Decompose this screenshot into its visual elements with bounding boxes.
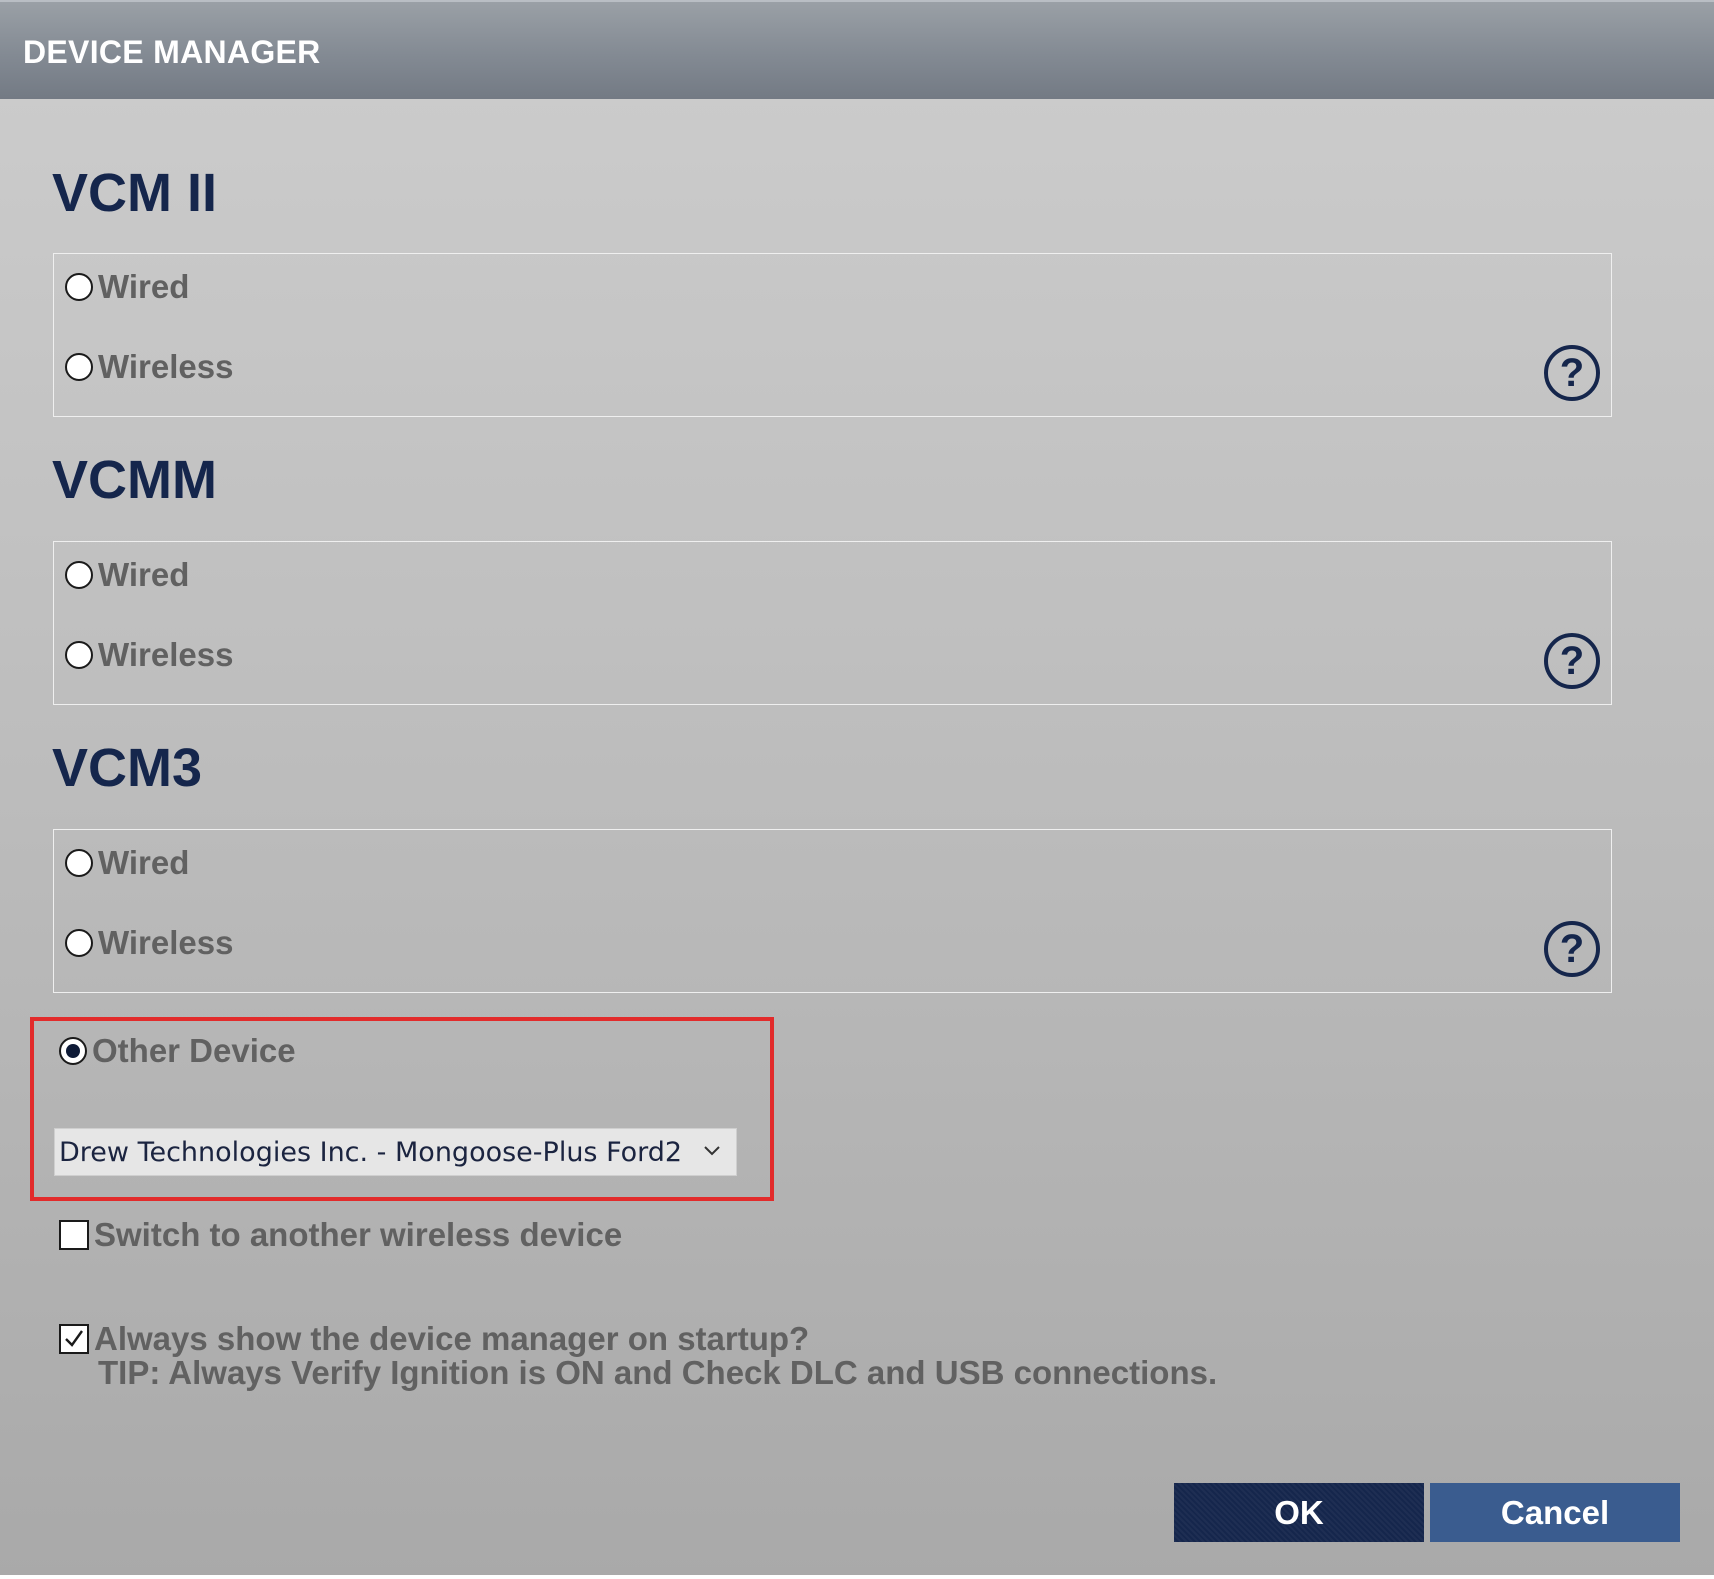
radio-button[interactable]	[65, 352, 93, 381]
checkbox-checked[interactable]	[59, 1323, 89, 1354]
section-title-vcm-ii: VCM II	[52, 163, 218, 223]
tip-text: TIP: Always Verify Ignition is ON and Ch…	[98, 1354, 1218, 1391]
group-vcm-ii: Wired Wireless	[53, 253, 1612, 417]
checkbox-switch-wireless[interactable]: Switch to another wireless device	[59, 1218, 622, 1251]
radio-button[interactable]	[65, 640, 93, 669]
radio-vcmm-wired[interactable]: Wired	[65, 558, 189, 591]
help-question-icon[interactable]: ?	[1544, 633, 1600, 689]
title-bar: DEVICE MANAGER	[0, 0, 1714, 99]
group-vcm3: Wired Wireless	[53, 829, 1612, 993]
radio-label: Wired	[98, 556, 190, 593]
window-title: DEVICE MANAGER	[23, 34, 321, 70]
help-question-icon[interactable]: ?	[1544, 921, 1600, 977]
radio-button[interactable]	[65, 848, 93, 877]
radio-button[interactable]	[65, 560, 93, 589]
checkbox-label: Switch to another wireless device	[94, 1216, 623, 1253]
radio-vcm-ii-wireless[interactable]: Wireless	[65, 350, 233, 383]
cancel-button[interactable]: Cancel	[1430, 1483, 1680, 1542]
radio-vcm3-wired[interactable]: Wired	[65, 846, 189, 879]
radio-label: Wireless	[98, 636, 234, 673]
checkbox-always-show[interactable]: Always show the device manager on startu…	[59, 1322, 809, 1355]
checkmark-icon	[65, 1329, 83, 1347]
radio-vcm-ii-wired[interactable]: Wired	[65, 270, 189, 303]
help-question-icon[interactable]: ?	[1544, 345, 1600, 401]
radio-label: Other Device	[92, 1032, 296, 1069]
other-device-dropdown[interactable]: Drew Technologies Inc. - Mongoose-Plus F…	[54, 1128, 737, 1176]
chevron-down-icon	[704, 1146, 720, 1156]
section-title-vcm3: VCM3	[52, 738, 203, 798]
device-manager-dialog: DEVICE MANAGER VCM II Wired Wireless ? V…	[0, 0, 1714, 1579]
radio-vcm3-wireless[interactable]: Wireless	[65, 926, 233, 959]
ok-button[interactable]: OK	[1174, 1483, 1424, 1542]
radio-button-selected[interactable]	[59, 1036, 87, 1065]
radio-button[interactable]	[65, 928, 93, 957]
checkbox[interactable]	[59, 1219, 89, 1250]
dropdown-value: Drew Technologies Inc. - Mongoose-Plus F…	[59, 1136, 683, 1168]
radio-label: Wireless	[98, 924, 234, 961]
bottom-strip	[0, 1575, 1714, 1579]
radio-label: Wireless	[98, 348, 234, 385]
checkbox-label: Always show the device manager on startu…	[94, 1320, 810, 1357]
radio-button[interactable]	[65, 272, 93, 301]
radio-vcmm-wireless[interactable]: Wireless	[65, 638, 233, 671]
section-title-vcmm: VCMM	[52, 450, 217, 510]
radio-label: Wired	[98, 268, 190, 305]
group-vcmm: Wired Wireless	[53, 541, 1612, 705]
radio-other-device[interactable]: Other Device	[59, 1034, 296, 1067]
radio-label: Wired	[98, 844, 190, 881]
